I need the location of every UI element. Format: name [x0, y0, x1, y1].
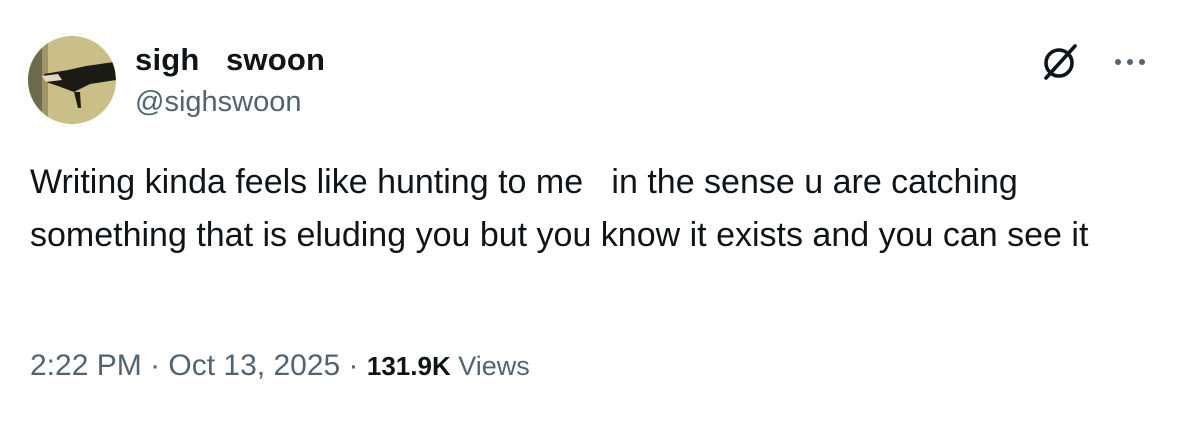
- user-handle[interactable]: @sighswoon: [135, 86, 301, 119]
- views-label: Views: [450, 351, 530, 381]
- display-name[interactable]: sigh swoon: [135, 42, 325, 78]
- tweet-date[interactable]: Oct 13, 2025: [168, 349, 340, 382]
- tweet-metadata: 2:22 PM · Oct 13, 2025 · 131.9K Views: [30, 349, 530, 383]
- avatar[interactable]: [28, 36, 116, 124]
- tweet-text: Writing kinda feels like hunting to me i…: [30, 163, 1089, 254]
- grok-icon[interactable]: [1040, 42, 1080, 82]
- meta-separator: ·: [340, 349, 367, 382]
- avatar-image: [28, 36, 116, 124]
- views-count[interactable]: 131.9K: [367, 351, 451, 381]
- tweet-time[interactable]: 2:22 PM: [30, 349, 142, 382]
- meta-separator: ·: [141, 349, 169, 382]
- more-options-icon[interactable]: [1110, 42, 1154, 82]
